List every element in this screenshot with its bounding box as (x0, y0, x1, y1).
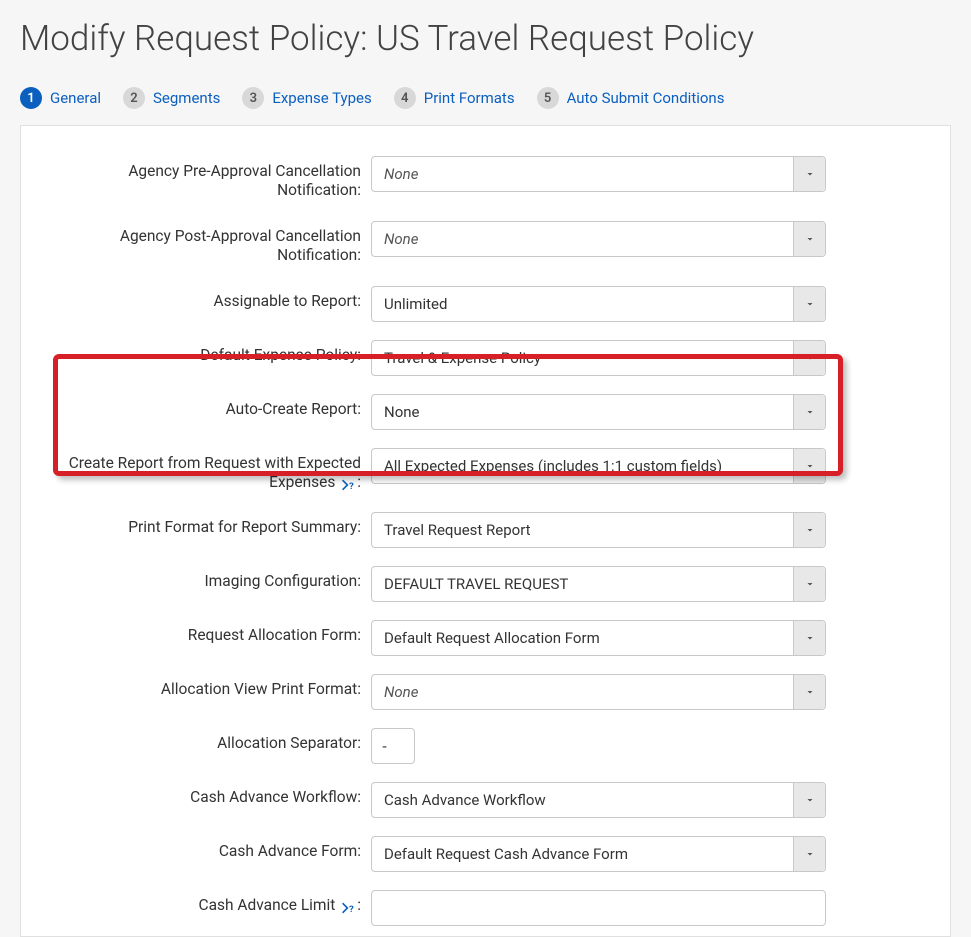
select-value: Travel & Expense Policy (372, 349, 793, 367)
wizard-step-general[interactable]: 1 General (20, 87, 101, 109)
label-create-report-from-request: Create Report from Request with Expected… (61, 448, 371, 493)
label-allocation-separator: Allocation Separator: (61, 728, 371, 753)
wizard-steps: 1 General 2 Segments 3 Expense Types 4 P… (20, 83, 951, 113)
label-allocation-view-print-format: Allocation View Print Format: (61, 674, 371, 699)
select-value: None (372, 403, 793, 421)
step-number: 1 (20, 87, 42, 109)
label-cash-advance-workflow: Cash Advance Workflow: (61, 782, 371, 807)
row-agency-pre-approval: Agency Pre-Approval Cancellation Notific… (61, 156, 910, 201)
row-imaging-configuration: Imaging Configuration: DEFAULT TRAVEL RE… (61, 566, 910, 602)
select-agency-post-approval[interactable]: None (371, 221, 826, 257)
label-request-allocation-form: Request Allocation Form: (61, 620, 371, 645)
label-text: Create Report from Request with Expected… (69, 454, 361, 491)
select-value: Default Request Cash Advance Form (372, 845, 793, 863)
row-cash-advance-form: Cash Advance Form: Default Request Cash … (61, 836, 910, 872)
step-label: Print Formats (424, 89, 515, 107)
select-request-allocation-form[interactable]: Default Request Allocation Form (371, 620, 826, 656)
label-text: Cash Advance Limit (199, 896, 336, 914)
select-value: None (372, 230, 793, 248)
row-agency-post-approval: Agency Post-Approval Cancellation Notifi… (61, 221, 910, 266)
select-value: None (372, 165, 793, 183)
input-cash-advance-limit[interactable] (371, 890, 826, 926)
row-request-allocation-form: Request Allocation Form: Default Request… (61, 620, 910, 656)
form-panel: Agency Pre-Approval Cancellation Notific… (20, 125, 951, 937)
help-icon[interactable]: ? (341, 901, 357, 915)
step-label: General (50, 89, 101, 107)
label-auto-create-report: Auto-Create Report: (61, 394, 371, 419)
chevron-down-icon (793, 837, 825, 871)
select-imaging-configuration[interactable]: DEFAULT TRAVEL REQUEST (371, 566, 826, 602)
select-auto-create-report[interactable]: None (371, 394, 826, 430)
step-number: 5 (537, 87, 559, 109)
select-value: Default Request Allocation Form (372, 629, 793, 647)
label-cash-advance-limit: Cash Advance Limit ? : (61, 890, 371, 915)
select-value: Unlimited (372, 295, 793, 313)
row-print-format-summary: Print Format for Report Summary: Travel … (61, 512, 910, 548)
select-cash-advance-form[interactable]: Default Request Cash Advance Form (371, 836, 826, 872)
wizard-step-segments[interactable]: 2 Segments (123, 87, 220, 109)
label-assignable-to-report: Assignable to Report: (61, 286, 371, 311)
label-default-expense-policy: Default Expense Policy: (61, 340, 371, 365)
label-print-format-summary: Print Format for Report Summary: (61, 512, 371, 537)
page-title: Modify Request Policy: US Travel Request… (20, 18, 951, 59)
label-imaging-configuration: Imaging Configuration: (61, 566, 371, 591)
label-agency-pre-approval: Agency Pre-Approval Cancellation Notific… (61, 156, 371, 201)
label-cash-advance-form: Cash Advance Form: (61, 836, 371, 861)
label-colon: : (357, 473, 361, 491)
row-auto-create-report: Auto-Create Report: None (61, 394, 910, 430)
step-label: Auto Submit Conditions (567, 89, 725, 107)
select-print-format-summary[interactable]: Travel Request Report (371, 512, 826, 548)
row-cash-advance-limit: Cash Advance Limit ? : (61, 890, 910, 926)
select-assignable-to-report[interactable]: Unlimited (371, 286, 826, 322)
select-value: DEFAULT TRAVEL REQUEST (372, 575, 793, 593)
input-allocation-separator[interactable] (371, 728, 415, 764)
wizard-step-print-formats[interactable]: 4 Print Formats (394, 87, 515, 109)
svg-text:?: ? (349, 904, 354, 915)
chevron-down-icon (793, 341, 825, 375)
row-create-report-from-request: Create Report from Request with Expected… (61, 448, 910, 493)
svg-text:?: ? (349, 481, 354, 492)
chevron-down-icon (793, 222, 825, 256)
wizard-step-expense-types[interactable]: 3 Expense Types (242, 87, 371, 109)
row-default-expense-policy: Default Expense Policy: Travel & Expense… (61, 340, 910, 376)
chevron-down-icon (793, 567, 825, 601)
chevron-down-icon (793, 513, 825, 547)
select-default-expense-policy[interactable]: Travel & Expense Policy (371, 340, 826, 376)
step-label: Segments (153, 89, 220, 107)
step-number: 2 (123, 87, 145, 109)
step-label: Expense Types (272, 89, 371, 107)
select-allocation-view-print-format[interactable]: None (371, 674, 826, 710)
row-assignable-to-report: Assignable to Report: Unlimited (61, 286, 910, 322)
chevron-down-icon (793, 287, 825, 321)
select-agency-pre-approval[interactable]: None (371, 156, 826, 192)
wizard-step-auto-submit[interactable]: 5 Auto Submit Conditions (537, 87, 725, 109)
select-value: Cash Advance Workflow (372, 791, 793, 809)
step-number: 3 (242, 87, 264, 109)
help-icon[interactable]: ? (341, 478, 357, 492)
chevron-down-icon (793, 675, 825, 709)
chevron-down-icon (793, 783, 825, 817)
select-cash-advance-workflow[interactable]: Cash Advance Workflow (371, 782, 826, 818)
label-colon: : (357, 896, 361, 914)
step-number: 4 (394, 87, 416, 109)
select-create-report-from-request[interactable]: All Expected Expenses (includes 1:1 cust… (371, 448, 826, 484)
chevron-down-icon (793, 157, 825, 191)
chevron-down-icon (793, 449, 825, 483)
row-allocation-separator: Allocation Separator: (61, 728, 910, 764)
select-value: None (372, 683, 793, 701)
row-cash-advance-workflow: Cash Advance Workflow: Cash Advance Work… (61, 782, 910, 818)
label-agency-post-approval: Agency Post-Approval Cancellation Notifi… (61, 221, 371, 266)
select-value: Travel Request Report (372, 521, 793, 539)
row-allocation-view-print-format: Allocation View Print Format: None (61, 674, 910, 710)
chevron-down-icon (793, 395, 825, 429)
chevron-down-icon (793, 621, 825, 655)
select-value: All Expected Expenses (includes 1:1 cust… (372, 457, 793, 475)
